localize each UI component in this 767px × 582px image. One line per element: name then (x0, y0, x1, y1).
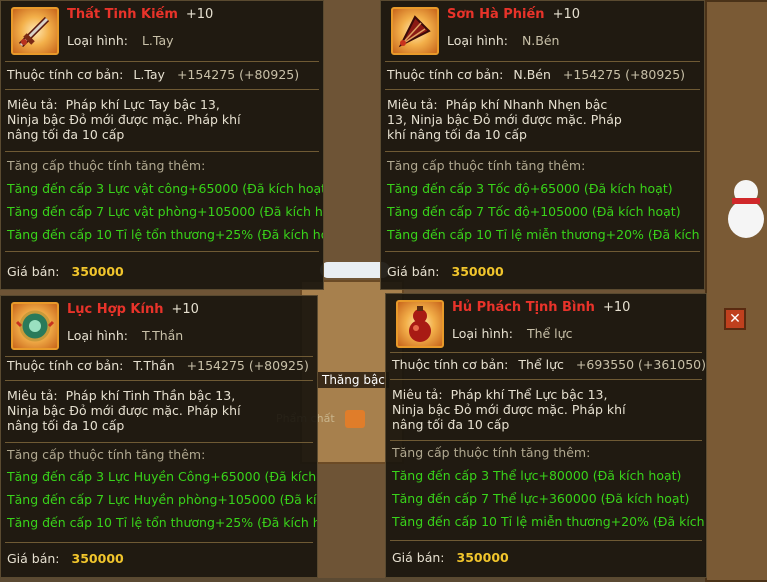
divider (390, 379, 702, 380)
item-description: Miêu tả: Pháp khí Lực Tay bậc 13, Ninja … (7, 97, 241, 142)
divider (5, 251, 319, 252)
item-description: Miêu tả: Pháp khí Thể Lực bậc 13, Ninja … (392, 387, 626, 432)
upgrade-header: Tăng cấp thuộc tính tăng thêm: (7, 158, 206, 173)
item-name: Sơn Hà Phiến +10 (447, 7, 581, 22)
upgrade-header: Tăng cấp thuộc tính tăng thêm: (387, 158, 586, 173)
item-type: Loại hình: N.Bén (447, 33, 560, 48)
sell-price: Giá bán: 350000 (7, 264, 124, 279)
sell-price: Giá bán: 350000 (387, 264, 504, 279)
upgrade-line: Tăng đến cấp 7 Tốc độ+105000 (Đã kích ho… (387, 204, 681, 219)
item-name: Hủ Phách Tịnh Bình +10 (452, 300, 631, 315)
background-tab-label[interactable]: Thăng bậc (318, 372, 389, 388)
upgrade-header: Tăng cấp thuộc tính tăng thêm: (392, 445, 591, 460)
item-name: Lục Hợp Kính +10 (67, 302, 199, 317)
item-tooltip-that-tinh-kiem: Thất Tinh Kiếm +10 Loại hình: L.Tay Thuộc … (0, 0, 324, 290)
item-name: Thất Tinh Kiếm +10 (67, 7, 214, 22)
divider (5, 89, 319, 90)
sword-icon (11, 7, 59, 55)
close-icon[interactable]: ✕ (724, 308, 746, 330)
sell-price: Giá bán: 350000 (392, 550, 509, 565)
sell-price: Giá bán: 350000 (7, 551, 124, 566)
upgrade-line: Tăng đến cấp 7 Lực Huyền phòng+105000 (Đ… (7, 492, 317, 507)
base-attribute: Thuộc tính cơ bản: L.Tay +154275 (+80925) (7, 67, 300, 82)
divider (5, 151, 319, 152)
divider (385, 251, 700, 252)
upgrade-line: Tăng đến cấp 10 Tỉ lệ tổn thương+25% (Đã… (7, 227, 324, 242)
base-attribute: Thuộc tính cơ bản: T.Thần +154275 (+80925) (7, 358, 309, 373)
divider (5, 542, 313, 543)
fan-icon (391, 7, 439, 55)
item-tooltip-hu-phach-tinh-binh: Hủ Phách Tịnh Bình +10 Loại hình: Thể lực … (385, 293, 707, 578)
upgrade-line: Tăng đến cấp 3 Tốc độ+65000 (Đã kích hoạ… (387, 181, 673, 196)
upgrade-line: Tăng đến cấp 10 Tỉ lệ miễn thương+20% (Đ… (387, 227, 705, 242)
divider (385, 151, 700, 152)
item-description: Miêu tả: Pháp khí Tinh Thần bậc 13, Ninj… (7, 388, 241, 433)
upgrade-line: Tăng đến cấp 7 Lực vật phòng+105000 (Đã … (7, 204, 324, 219)
upgrade-line: Tăng đến cấp 10 Tỉ lệ miễn thương+20% (Đ… (392, 514, 707, 529)
divider (390, 440, 702, 441)
divider (5, 356, 313, 357)
gourd-icon (396, 300, 444, 348)
divider (5, 380, 313, 381)
base-attribute: Thuộc tính cơ bản: Thể lực +693550 (+36105… (392, 357, 706, 372)
upgrade-line: Tăng đến cấp 3 Lực vật công+65000 (Đã kí… (7, 181, 324, 196)
item-type: Loại hình: L.Tay (67, 33, 174, 48)
upgrade-line: Tăng đến cấp 3 Thể lực+80000 (Đã kích ho… (392, 468, 682, 483)
divider (385, 61, 700, 62)
item-type: Loại hình: T.Thần (67, 328, 184, 343)
divider (390, 540, 702, 541)
item-tooltip-son-ha-phien: Sơn Hà Phiến +10 Loại hình: N.Bén Thuộc tí… (380, 0, 705, 290)
background-right-frame (705, 0, 767, 582)
snowman-icon (728, 180, 764, 242)
background-search-button[interactable] (345, 410, 365, 428)
upgrade-header: Tăng cấp thuộc tính tăng thêm: (7, 447, 206, 462)
divider (390, 352, 702, 353)
item-description: Miêu tả: Pháp khí Nhanh Nhẹn bậc 13, Nin… (387, 97, 622, 142)
divider (5, 61, 319, 62)
divider (385, 89, 700, 90)
upgrade-line: Tăng đến cấp 7 Thể lực+360000 (Đã kích h… (392, 491, 690, 506)
item-type: Loại hình: Thể lực (452, 326, 573, 341)
upgrade-line: Tăng đến cấp 10 Tỉ lệ tổn thương+25% (Đã… (7, 515, 318, 530)
divider (5, 442, 313, 443)
item-tooltip-luc-hop-kinh: Lục Hợp Kính +10 Loại hình: T.Thần Thuộc t… (0, 295, 318, 578)
upgrade-line: Tăng đến cấp 3 Lực Huyền Công+65000 (Đã … (7, 469, 317, 484)
mirror-icon (11, 302, 59, 350)
base-attribute: Thuộc tính cơ bản: N.Bén +154275 (+80925) (387, 67, 686, 82)
